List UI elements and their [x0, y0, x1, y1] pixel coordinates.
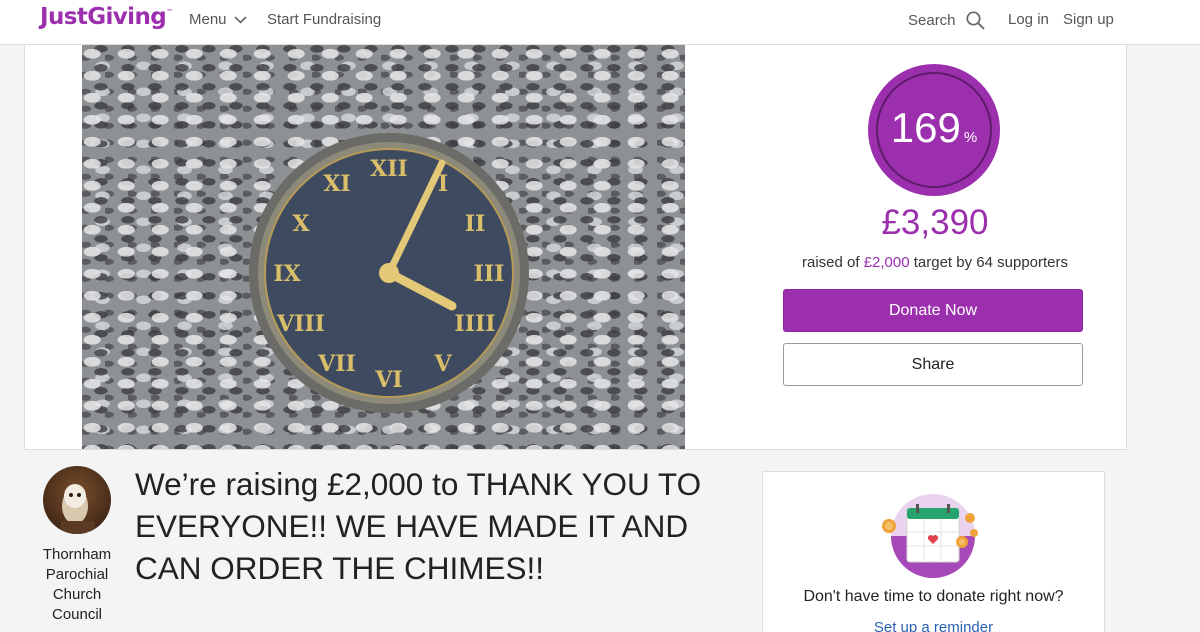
svg-text:VII: VII: [317, 351, 356, 377]
reminder-card: Don't have time to donate right now? Set…: [762, 471, 1105, 632]
progress-percent-value: 169: [890, 104, 961, 151]
search-button[interactable]: Search: [908, 11, 985, 30]
logo-trademark: ™: [166, 8, 173, 16]
search-icon: [965, 11, 985, 30]
target-by: target by: [909, 254, 977, 271]
svg-text:IX: IX: [273, 261, 301, 287]
hero-panel: XII I II III IIII V VI VII VIII IX X XI …: [24, 45, 1127, 450]
clock-face-image: XII I II III IIII V VI VII VIII IX X XI: [249, 133, 529, 413]
target-amount: £2,000: [863, 254, 910, 271]
organiser-name[interactable]: Thornham Parochial Church Council: [30, 545, 124, 625]
login-link[interactable]: Log in: [1008, 11, 1049, 28]
set-reminder-link[interactable]: Set up a reminder: [763, 619, 1104, 632]
share-button[interactable]: Share: [783, 343, 1083, 386]
menu-button[interactable]: Menu: [189, 11, 247, 28]
progress-percent-sign: %: [963, 129, 978, 146]
svg-text:XII: XII: [370, 156, 408, 182]
site-header: JustGiving™ Menu Start Fundraising Searc…: [0, 0, 1200, 45]
start-fundraising-link[interactable]: Start Fundraising: [267, 11, 381, 28]
calendar-heart-icon: [882, 494, 978, 578]
svg-text:IIII: IIII: [454, 311, 495, 337]
organiser-avatar[interactable]: [43, 466, 111, 534]
svg-text:VI: VI: [374, 367, 402, 393]
svg-text:V: V: [433, 351, 452, 377]
reminder-prompt: Don't have time to donate right now?: [803, 588, 1064, 605]
donate-now-button[interactable]: Donate Now: [783, 289, 1083, 332]
svg-text:VIII: VIII: [276, 311, 325, 337]
progress-percent: 169%: [868, 104, 1000, 152]
menu-label: Menu: [189, 11, 227, 28]
raised-summary: raised of £2,000 target by 64 supporters: [765, 254, 1105, 271]
church-clock-photo: XII I II III IIII V VI VII VIII IX X XI: [82, 45, 685, 449]
raised-prefix: raised of: [801, 254, 864, 271]
svg-text:X: X: [292, 211, 310, 237]
justgiving-logo[interactable]: JustGiving™: [40, 4, 173, 30]
logo-text: JustGiving: [40, 4, 167, 30]
svg-text:II: II: [465, 211, 486, 237]
page-title: We’re raising £2,000 to THANK YOU TO EVE…: [135, 466, 702, 586]
search-label: Search: [908, 12, 956, 29]
signup-link[interactable]: Sign up: [1063, 11, 1114, 28]
svg-text:III: III: [474, 261, 505, 287]
chevron-down-icon: [233, 15, 247, 24]
supporter-count: 64 supporters: [976, 254, 1069, 271]
progress-ring: 169%: [868, 64, 1000, 196]
amount-raised: £3,390: [881, 203, 989, 242]
svg-text:XI: XI: [323, 171, 350, 197]
